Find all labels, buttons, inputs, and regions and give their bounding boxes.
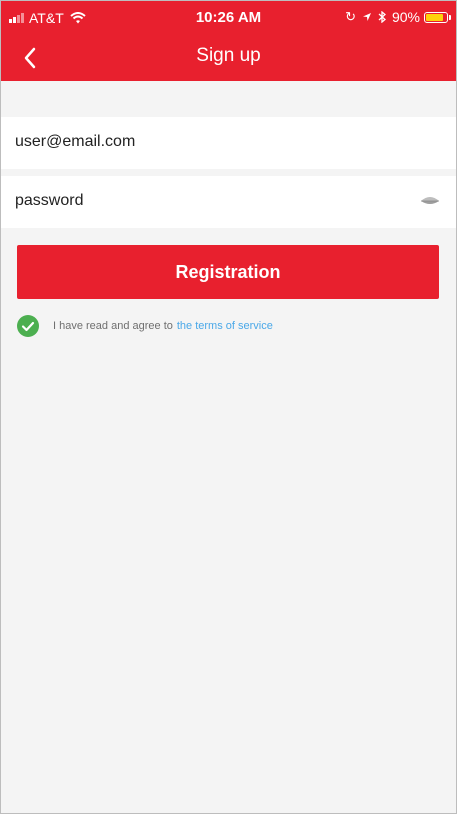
email-field-row — [1, 117, 456, 169]
agreement-text: I have read and agree to — [53, 320, 173, 332]
password-toggle-button[interactable] — [420, 193, 440, 209]
terms-agreement-row: I have read and agree to the terms of se… — [17, 315, 273, 337]
registration-button[interactable]: Registration — [17, 245, 439, 299]
email-field[interactable] — [15, 133, 395, 151]
battery-icon — [424, 11, 451, 23]
check-circle-icon[interactable] — [17, 315, 39, 337]
password-field[interactable] — [15, 192, 395, 210]
terms-of-service-link[interactable]: the terms of service — [177, 320, 273, 332]
app-screen: AT&T 10:26 AM ↻ 90% Sign up user@email.c… — [0, 0, 457, 814]
location-icon — [362, 13, 371, 21]
password-field-row — [1, 176, 456, 228]
battery-percent: 90% — [391, 9, 420, 25]
status-bar: AT&T 10:26 AM ↻ 90% — [1, 1, 456, 35]
lock-rotation-icon: ↻ — [345, 9, 356, 24]
page-title: Sign up — [196, 45, 261, 66]
eye-icon — [421, 197, 439, 204]
battery-fill — [426, 13, 443, 21]
status-right: ↻ 90% — [345, 9, 451, 25]
bluetooth-icon — [378, 11, 386, 23]
nav-bar: Sign up — [1, 35, 456, 81]
